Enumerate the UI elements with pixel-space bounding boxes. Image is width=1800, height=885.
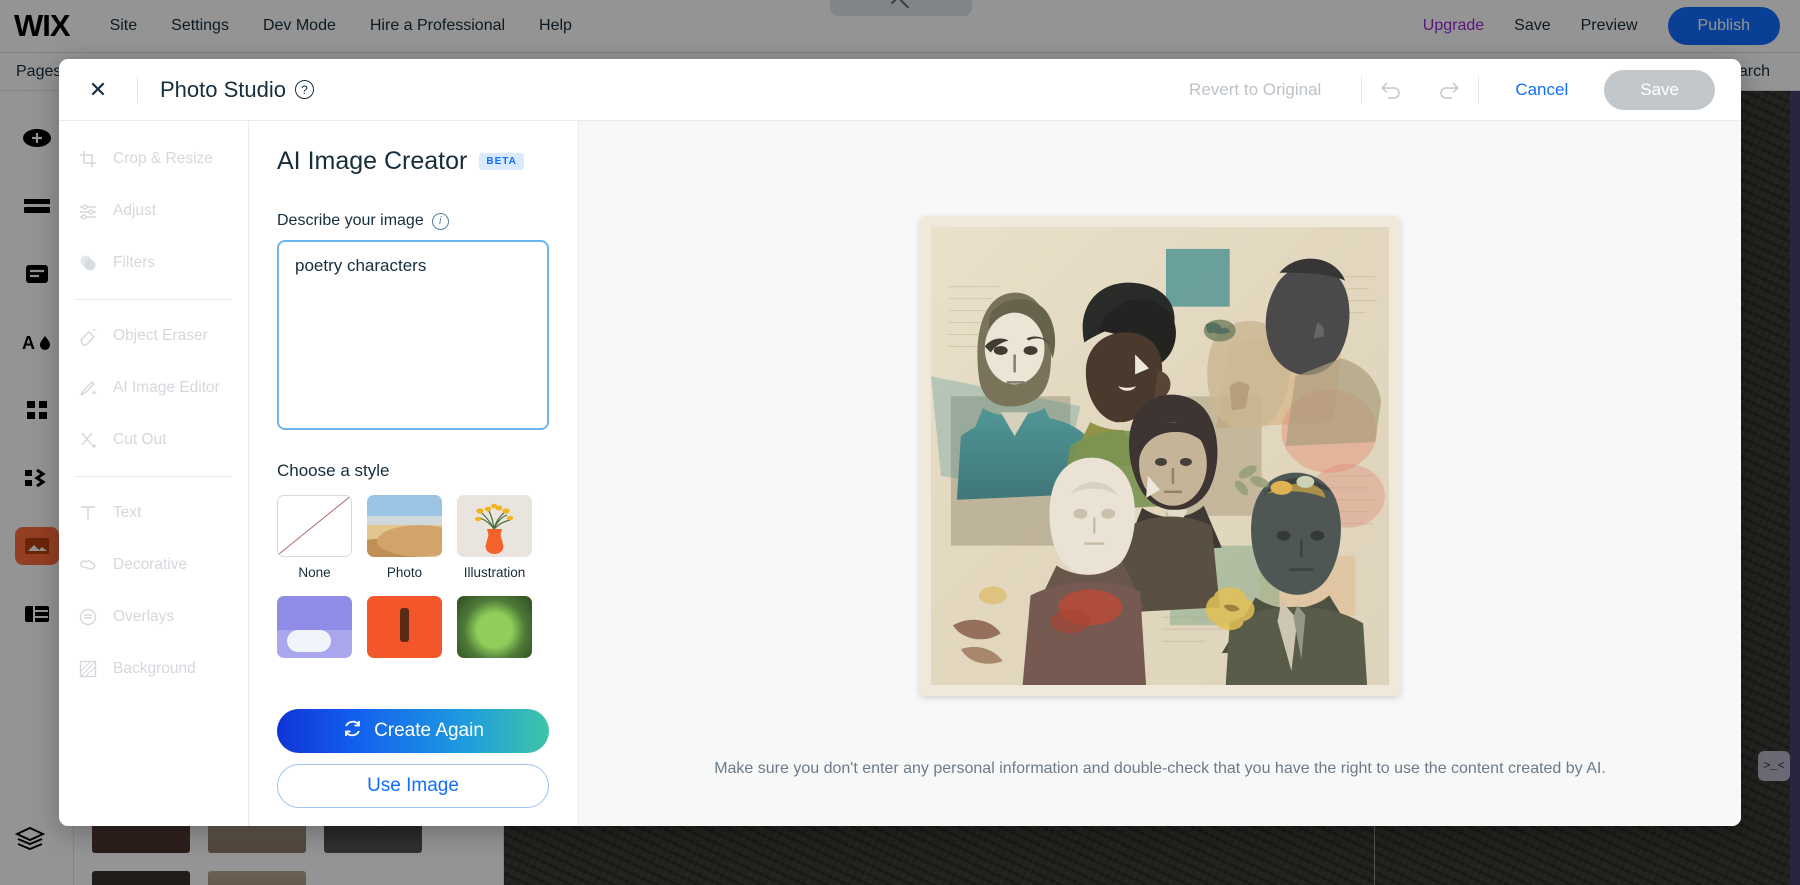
- generated-image[interactable]: [931, 226, 1389, 685]
- creator-title: AI Image Creator: [277, 147, 468, 175]
- create-again-button[interactable]: Create Again: [277, 709, 549, 753]
- sidebar-item-label: Crop & Resize: [113, 150, 213, 167]
- style-option-5[interactable]: [367, 596, 442, 658]
- revert-to-original-button[interactable]: Revert to Original: [1189, 80, 1361, 100]
- describe-label: Describe your image: [277, 212, 424, 229]
- tool-sidebar: Crop & Resize Adjust Filters Object Eras…: [59, 121, 249, 826]
- choose-style-label: Choose a style: [277, 461, 390, 480]
- vase-illustration-icon: [475, 503, 514, 554]
- sidebar-item-adjust[interactable]: Adjust: [59, 185, 248, 237]
- style-option-photo[interactable]: Photo: [367, 495, 442, 580]
- header-actions: Revert to Original Cancel Save: [1189, 69, 1715, 110]
- sidebar-item-ai-image-editor[interactable]: AI Image Editor: [59, 362, 248, 414]
- redo-icon[interactable]: [1420, 79, 1478, 101]
- magic-brush-icon: [77, 377, 99, 399]
- overlays-icon: [77, 606, 99, 628]
- image-preview-area: Make sure you don't enter any personal i…: [579, 121, 1741, 826]
- modal-header: ✕ Photo Studio ? Revert to Original Canc…: [59, 59, 1741, 121]
- sidebar-item-label: Background: [113, 660, 196, 677]
- style-swatch: [367, 596, 442, 658]
- style-option-grid: None Photo Illustration: [277, 495, 550, 658]
- sliders-icon: [77, 200, 99, 222]
- create-again-label: Create Again: [374, 720, 484, 741]
- photo-studio-modal: ✕ Photo Studio ? Revert to Original Canc…: [59, 59, 1741, 826]
- ai-disclaimer-text: Make sure you don't enter any personal i…: [714, 759, 1606, 777]
- status-badge: BETA: [479, 153, 524, 170]
- background-icon: [77, 658, 99, 680]
- generated-image-frame[interactable]: [920, 215, 1400, 696]
- filters-icon: [77, 252, 99, 274]
- save-button[interactable]: Save: [1604, 69, 1715, 110]
- page-title: Photo Studio: [160, 76, 286, 102]
- collage-artwork-icon: [931, 226, 1389, 685]
- undo-icon[interactable]: [1362, 79, 1420, 101]
- style-option-none[interactable]: None: [277, 495, 352, 580]
- ai-image-creator-panel: AI Image Creator BETA Describe your imag…: [249, 121, 579, 826]
- style-option-label: Illustration: [463, 565, 526, 580]
- style-option-illustration[interactable]: Illustration: [457, 495, 532, 580]
- cancel-button[interactable]: Cancel: [1479, 80, 1604, 100]
- sidebar-item-background[interactable]: Background: [59, 643, 248, 695]
- style-option-4[interactable]: [277, 596, 352, 658]
- describe-label-row: Describe your image i: [277, 212, 550, 230]
- use-image-button[interactable]: Use Image: [277, 764, 549, 808]
- text-icon: [77, 502, 99, 524]
- style-option-label: Photo: [386, 565, 423, 580]
- sidebar-item-label: Text: [113, 504, 142, 521]
- sidebar-item-decorative[interactable]: Decorative: [59, 539, 248, 591]
- question-mark-icon[interactable]: ?: [294, 80, 314, 99]
- creator-header: AI Image Creator BETA: [277, 147, 550, 176]
- style-swatch: [457, 495, 532, 557]
- sidebar-item-overlays[interactable]: Overlays: [59, 591, 248, 643]
- style-swatch: [367, 495, 442, 557]
- sidebar-item-filters[interactable]: Filters: [59, 237, 248, 289]
- style-swatch: [457, 596, 532, 658]
- style-swatch: [277, 596, 352, 658]
- refresh-icon: [342, 718, 363, 745]
- eraser-icon: [77, 325, 99, 347]
- sidebar-item-label: Filters: [113, 254, 156, 271]
- sidebar-item-label: Object Eraser: [113, 327, 208, 344]
- sidebar-item-label: Cut Out: [113, 431, 167, 448]
- sidebar-item-label: AI Image Editor: [113, 379, 220, 396]
- style-option-6[interactable]: [457, 596, 532, 658]
- info-icon[interactable]: i: [431, 212, 449, 230]
- header-divider: [137, 76, 138, 103]
- sidebar-item-text[interactable]: Text: [59, 487, 248, 539]
- modal-body: Crop & Resize Adjust Filters Object Eras…: [59, 121, 1741, 826]
- sidebar-item-label: Decorative: [113, 556, 188, 573]
- crop-icon: [77, 148, 99, 170]
- style-option-label: None: [298, 565, 331, 580]
- decorative-icon: [77, 554, 99, 576]
- prompt-input[interactable]: [277, 240, 549, 430]
- sidebar-item-label: Adjust: [113, 202, 157, 219]
- sidebar-item-label: Overlays: [113, 608, 175, 625]
- close-icon[interactable]: ✕: [81, 73, 115, 107]
- sidebar-divider: [75, 476, 232, 477]
- sidebar-item-crop-resize[interactable]: Crop & Resize: [59, 133, 248, 185]
- creator-action-buttons: Create Again Use Image: [277, 709, 549, 808]
- style-swatch: [277, 495, 352, 557]
- sidebar-divider: [75, 299, 232, 300]
- sidebar-item-object-eraser[interactable]: Object Eraser: [59, 310, 248, 362]
- scissors-icon: [77, 429, 99, 451]
- sidebar-item-cut-out[interactable]: Cut Out: [59, 414, 248, 466]
